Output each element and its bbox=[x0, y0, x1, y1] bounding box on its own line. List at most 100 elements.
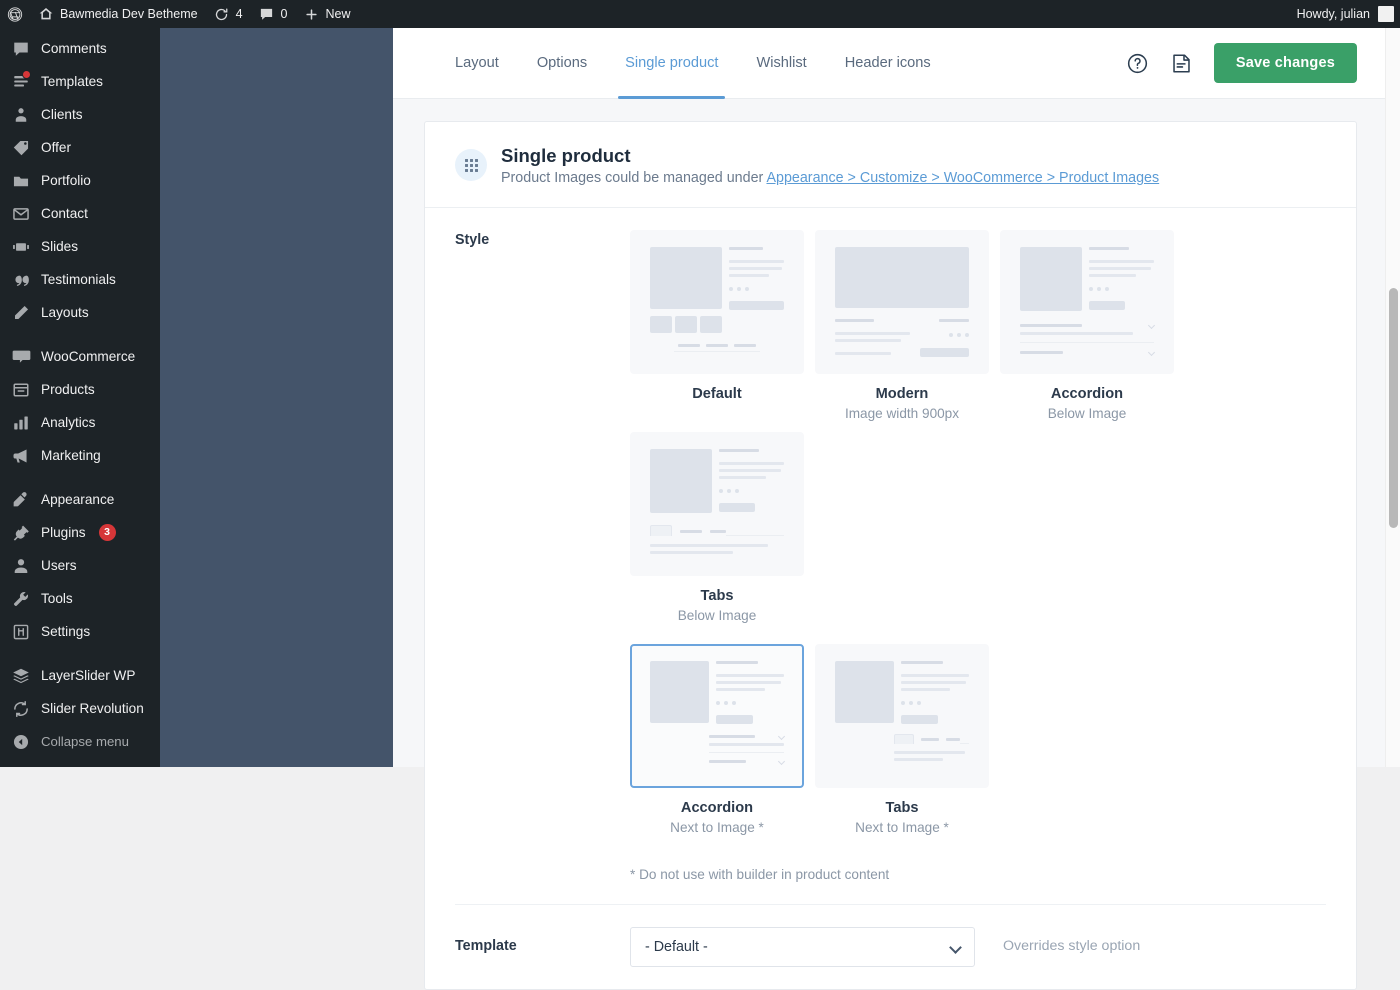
site-name-menu[interactable]: Bawmedia Dev Betheme bbox=[30, 0, 206, 28]
sidebar-item-users[interactable]: Users bbox=[0, 549, 160, 582]
panel-header: Single product Product Images could be m… bbox=[425, 122, 1356, 209]
sidebar-item-label: Analytics bbox=[41, 415, 96, 430]
slides-icon bbox=[11, 237, 31, 257]
wordpress-logo-icon bbox=[7, 6, 23, 22]
sidebar-item-label: Products bbox=[41, 382, 95, 397]
style-options-row-2: Accordion Next to Image * Tabs Next to Imag… bbox=[630, 644, 1326, 835]
sidebar-item-label: Collapse menu bbox=[41, 734, 129, 749]
sidebar-item-layouts[interactable]: Layouts bbox=[0, 296, 160, 329]
template-select[interactable]: - Default - bbox=[630, 927, 975, 968]
howdy-label: Howdy, julian bbox=[1296, 7, 1370, 21]
comments-icon bbox=[11, 39, 31, 59]
sidebar-item-slides[interactable]: Slides bbox=[0, 230, 160, 263]
sidebar-item-analytics[interactable]: Analytics bbox=[0, 406, 160, 439]
slider-revolution-icon bbox=[11, 699, 31, 719]
tab-single-product[interactable]: Single product bbox=[606, 28, 737, 99]
dot-grid bbox=[464, 158, 478, 172]
toolbar-actions: Save changes bbox=[1126, 43, 1400, 83]
page-title: Single product bbox=[501, 145, 631, 166]
updates-menu[interactable]: 4 bbox=[206, 0, 251, 28]
style-option-title: Accordion bbox=[1050, 386, 1124, 403]
settings-icon bbox=[11, 622, 31, 642]
panel-heading-text: Single product Product Images could be m… bbox=[501, 144, 1159, 186]
tab-layout[interactable]: Layout bbox=[436, 28, 518, 99]
offer-icon bbox=[11, 138, 31, 158]
help-circle-icon[interactable] bbox=[1126, 51, 1150, 75]
sidebar-item-contact[interactable]: Contact bbox=[0, 197, 160, 230]
page-scrollbar-thumb[interactable] bbox=[1389, 288, 1398, 528]
sidebar-item-plugins[interactable]: Plugins 3 bbox=[0, 516, 160, 549]
template-field-label: Template bbox=[455, 938, 517, 955]
plugins-icon bbox=[11, 523, 31, 543]
style-option-title: Default bbox=[692, 386, 742, 403]
sidebar-item-products[interactable]: Products bbox=[0, 373, 160, 406]
tab-wishlist[interactable]: Wishlist bbox=[737, 28, 825, 99]
style-option-preview-modern[interactable] bbox=[815, 230, 989, 375]
sidebar-item-slider-revolution[interactable]: Slider Revolution bbox=[0, 692, 160, 725]
sidebar-item-label: Settings bbox=[41, 624, 91, 639]
sidebar-item-testimonials[interactable]: Testimonials bbox=[0, 263, 160, 296]
admin-sidebar-menu: Comments Templates Clients Offer Portfolio Co… bbox=[0, 28, 160, 767]
sidebar-item-label: Clients bbox=[41, 107, 83, 122]
new-content-menu[interactable]: New bbox=[295, 0, 358, 28]
sidebar-item-offer[interactable]: Offer bbox=[0, 131, 160, 164]
tab-label: Layout bbox=[455, 55, 499, 71]
tab-label: Single product bbox=[625, 55, 719, 71]
tab-header-icons[interactable]: Header icons bbox=[826, 28, 950, 99]
style-option-title: Modern bbox=[875, 386, 929, 403]
drag-handle-icon[interactable] bbox=[455, 149, 487, 182]
sidebar-item-label: Tools bbox=[41, 591, 73, 606]
appearance-icon bbox=[11, 490, 31, 510]
tab-options[interactable]: Options bbox=[518, 28, 606, 99]
sidebar-item-settings[interactable]: Settings bbox=[0, 615, 160, 648]
sidebar-item-label: Contact bbox=[41, 206, 88, 221]
style-option-preview-default[interactable] bbox=[630, 230, 804, 375]
sidebar-item-label: Plugins bbox=[41, 525, 86, 540]
style-field-body: Default Modern Image width 900px Accordion B… bbox=[630, 230, 1326, 882]
sidebar-item-layerslider-wp[interactable]: LayerSlider WP bbox=[0, 659, 160, 692]
products-icon bbox=[11, 380, 31, 400]
product-images-link[interactable]: Appearance > Customize > WooCommerce > P… bbox=[766, 170, 1159, 186]
style-options-row-1: Default Modern Image width 900px Accordion B… bbox=[630, 230, 1326, 623]
sidebar-item-marketing[interactable]: Marketing bbox=[0, 439, 160, 472]
comments-menu[interactable]: 0 bbox=[251, 0, 296, 28]
notification-dot bbox=[22, 70, 31, 79]
sidebar-item-woocommerce[interactable]: WooCommerce bbox=[0, 340, 160, 373]
site-name-label: Bawmedia Dev Betheme bbox=[60, 7, 198, 21]
tab-list: Layout Options Single product Wishlist Heade… bbox=[436, 28, 950, 99]
style-footnote: * Do not use with builder in product con… bbox=[630, 867, 890, 883]
sidebar-item-portfolio[interactable]: Portfolio bbox=[0, 164, 160, 197]
style-option: Default bbox=[630, 230, 804, 421]
settings-panel: Single product Product Images could be m… bbox=[424, 121, 1357, 990]
sidebar-item-appearance[interactable]: Appearance bbox=[0, 483, 160, 516]
sidebar-item-templates[interactable]: Templates bbox=[0, 65, 160, 98]
save-changes-button[interactable]: Save changes bbox=[1213, 43, 1357, 83]
sidebar-item-label: LayerSlider WP bbox=[41, 668, 136, 683]
sidebar-item-comments[interactable]: Comments bbox=[0, 32, 160, 65]
contact-icon bbox=[11, 204, 31, 224]
account-menu[interactable]: Howdy, julian bbox=[1289, 0, 1400, 28]
template-field-body: - Default - Overrides style option bbox=[630, 927, 1326, 968]
style-option-preview-accordion-next[interactable] bbox=[630, 644, 804, 789]
style-field-label: Style bbox=[455, 232, 490, 249]
wp-logo-menu[interactable] bbox=[0, 0, 30, 28]
sidebar-item-label: Layouts bbox=[41, 305, 89, 320]
style-option-preview-tabs-below[interactable] bbox=[630, 432, 804, 577]
style-option-title: Tabs bbox=[700, 588, 734, 605]
clients-icon bbox=[11, 105, 31, 125]
sidebar-item-clients[interactable]: Clients bbox=[0, 98, 160, 131]
style-option-preview-tabs-next[interactable] bbox=[815, 644, 989, 789]
portfolio-icon bbox=[11, 171, 31, 191]
notes-icon[interactable] bbox=[1170, 51, 1194, 75]
sidebar-item-tools[interactable]: Tools bbox=[0, 582, 160, 615]
menu-separator bbox=[0, 648, 160, 659]
analytics-icon bbox=[11, 413, 31, 433]
template-field-row: Template - Default - Overrides style opt… bbox=[425, 905, 1356, 989]
style-option-subtitle: Below Image bbox=[677, 608, 757, 624]
sidebar-item-label: WooCommerce bbox=[41, 349, 136, 364]
sidebar-item-collapse-menu[interactable]: Collapse menu bbox=[0, 725, 160, 758]
sidebar-item-label: Slider Revolution bbox=[41, 701, 144, 716]
style-option-preview-accordion-below[interactable] bbox=[1000, 230, 1174, 375]
style-option-subtitle: Next to Image * bbox=[670, 820, 764, 836]
home-icon bbox=[38, 6, 54, 22]
